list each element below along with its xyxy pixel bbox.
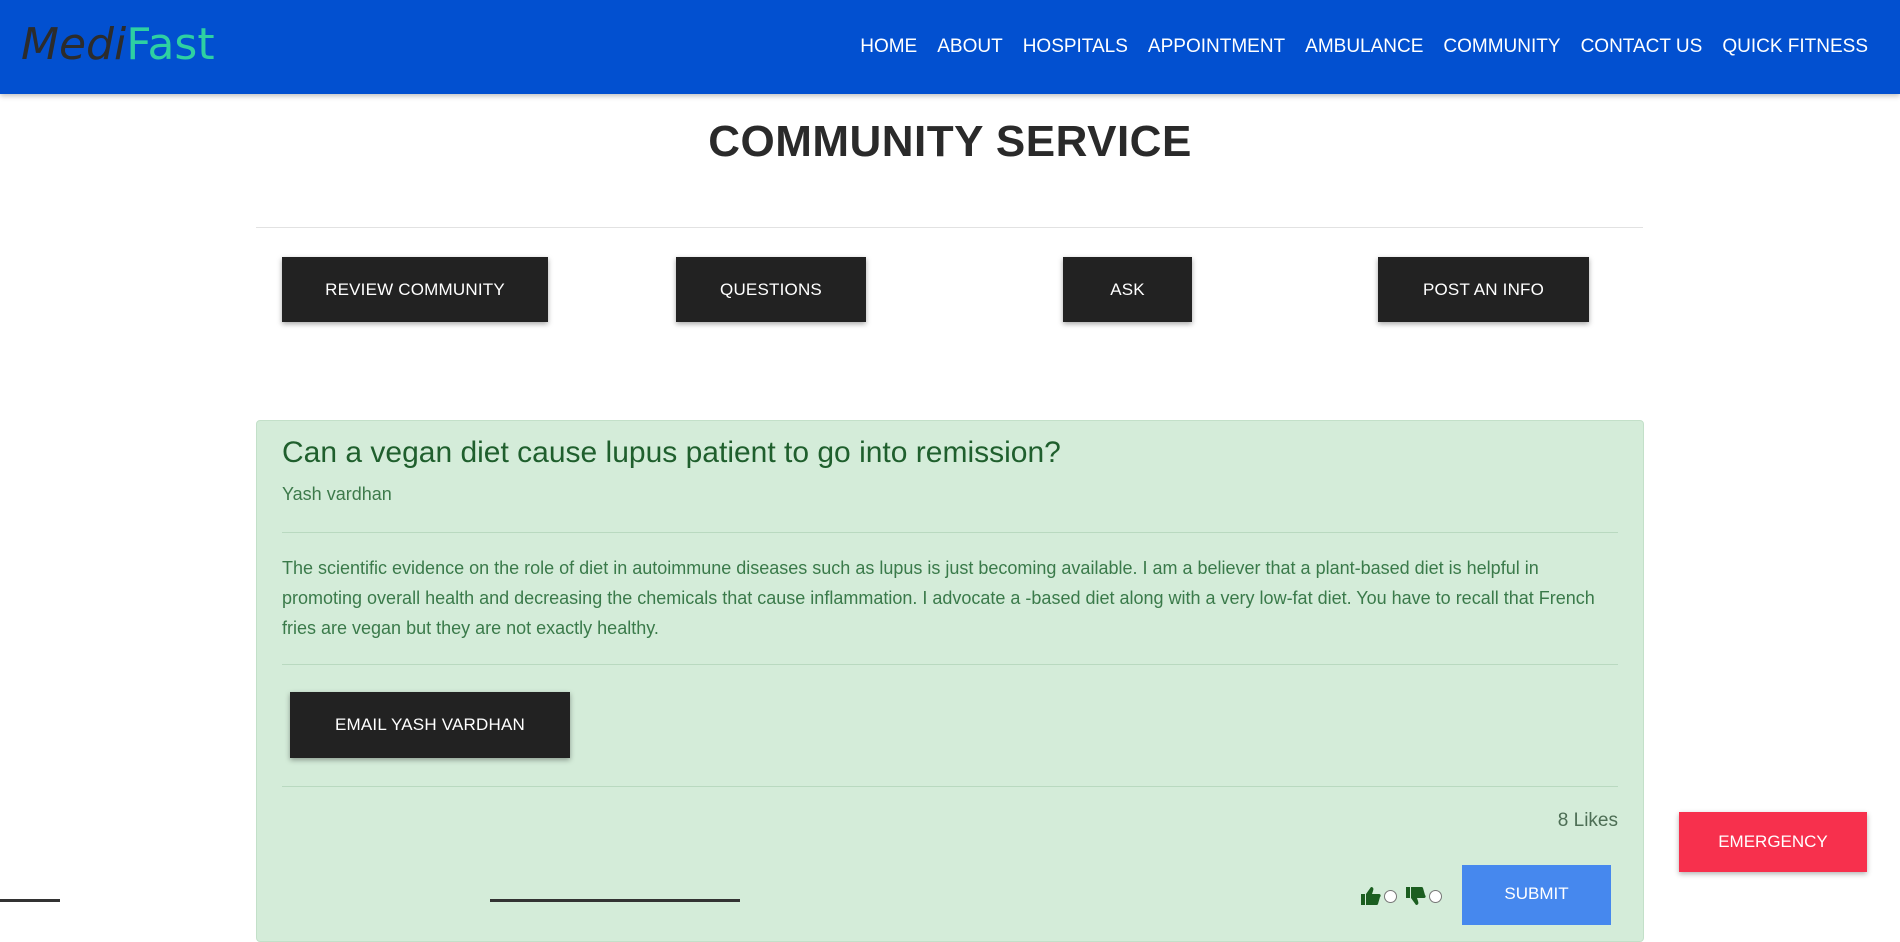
divider — [282, 664, 1618, 665]
post-info-button[interactable]: POST AN INFO — [1378, 257, 1589, 322]
post-title: Can a vegan diet cause lupus patient to … — [282, 436, 1061, 469]
nav-item-about[interactable]: ABOUT — [927, 36, 1012, 58]
dislike-radio[interactable] — [1429, 889, 1442, 903]
like-radio[interactable] — [1384, 889, 1397, 903]
emergency-button[interactable]: EMERGENCY — [1679, 812, 1867, 872]
nav-item-hospitals[interactable]: HOSPITALS — [1013, 36, 1138, 58]
questions-button[interactable]: QUESTIONS — [676, 257, 866, 322]
divider — [282, 532, 1618, 533]
nav-menu: HOME ABOUT HOSPITALS APPOINTMENT AMBULAN… — [850, 0, 1878, 94]
divider — [282, 786, 1618, 787]
brand-part2: Fast — [126, 19, 215, 70]
page-title: COMMUNITY SERVICE — [708, 117, 1192, 166]
submit-button[interactable]: SUBMIT — [1462, 865, 1611, 925]
post-author: Yash vardhan — [282, 484, 392, 504]
email-author-button[interactable]: EMAIL YASH VARDHAN — [290, 692, 570, 758]
ask-button[interactable]: ASK — [1063, 257, 1192, 322]
likes-count: 8 Likes — [1557, 810, 1618, 831]
divider — [256, 227, 1643, 228]
nav-item-quick-fitness[interactable]: QUICK FITNESS — [1712, 36, 1878, 58]
thumbs-down-icon — [1405, 886, 1427, 906]
navbar: MediFast HOME ABOUT HOSPITALS APPOINTMEN… — [0, 0, 1900, 94]
nav-item-ambulance[interactable]: AMBULANCE — [1295, 36, 1433, 58]
brand-logo[interactable]: MediFast — [21, 18, 215, 72]
thumbs-up-icon — [1360, 886, 1382, 906]
brand-part1: Medi — [21, 19, 127, 70]
nav-item-contact[interactable]: CONTACT US — [1571, 36, 1713, 58]
nav-item-home[interactable]: HOME — [850, 36, 927, 58]
nav-item-appointment[interactable]: APPOINTMENT — [1138, 36, 1295, 58]
post-card: Can a vegan diet cause lupus patient to … — [256, 420, 1644, 942]
review-community-button[interactable]: REVIEW COMMUNITY — [282, 257, 548, 322]
vote-controls — [1360, 881, 1442, 911]
post-body: The scientific evidence on the role of d… — [282, 558, 1595, 638]
nav-item-community[interactable]: COMMUNITY — [1433, 36, 1570, 58]
